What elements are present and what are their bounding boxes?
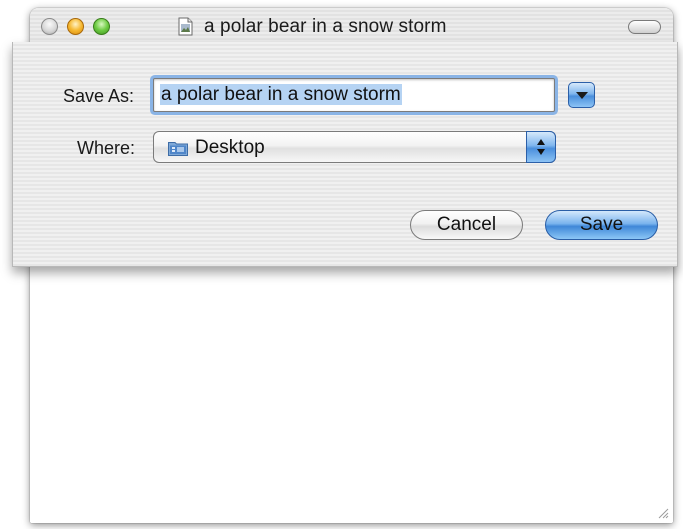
where-value: Desktop [195, 137, 265, 158]
disclosure-triangle-icon [576, 92, 588, 99]
chevron-up-icon [537, 139, 545, 145]
save-as-label: Save As: [63, 86, 135, 106]
save-button[interactable]: Save [545, 210, 658, 240]
where-popup-button[interactable]: Desktop [153, 131, 556, 163]
zoom-button[interactable] [93, 18, 110, 35]
save-as-value[interactable]: a polar bear in a snow storm [160, 84, 402, 105]
window-title: a polar bear in a snow storm [204, 16, 447, 37]
popup-arrows[interactable] [526, 131, 556, 163]
cancel-button[interactable]: Cancel [410, 210, 523, 240]
document-icon[interactable] [178, 17, 193, 36]
chevron-down-icon [537, 149, 545, 155]
minimize-button[interactable] [67, 18, 84, 35]
toolbar-pill-icon[interactable] [628, 20, 661, 34]
save-sheet: Save As: a polar bear in a snow storm Wh… [12, 42, 678, 267]
desktop-folder-icon [168, 142, 188, 156]
expand-sheet-button[interactable] [568, 82, 595, 108]
where-label: Where: [77, 138, 136, 158]
save-as-field[interactable]: a polar bear in a snow storm [153, 78, 555, 112]
close-button[interactable] [41, 18, 58, 35]
resize-grip-icon[interactable] [657, 507, 669, 519]
